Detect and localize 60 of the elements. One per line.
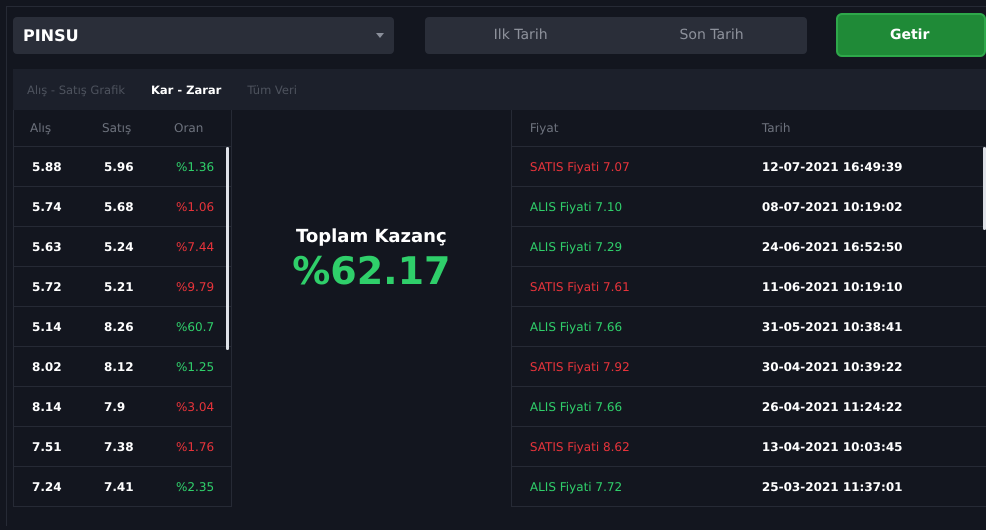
total-label: Toplam Kazanç <box>296 226 447 247</box>
table-cell: 5.68 <box>104 200 134 214</box>
table-cell: 12-07-2021 16:49:39 <box>762 160 903 174</box>
table-cell: ALIS Fiyati 7.29 <box>530 240 622 254</box>
table-cell: %1.76 <box>176 440 214 454</box>
table-cell: 5.24 <box>104 240 134 254</box>
column-header: Tarih <box>762 121 790 135</box>
table-cell: 13-04-2021 10:03:45 <box>762 440 903 454</box>
table-cell: 7.41 <box>104 480 134 494</box>
table-cell: %1.06 <box>176 200 214 214</box>
column-header: Satış <box>102 121 132 135</box>
table-cell: %7.44 <box>176 240 214 254</box>
table-cell: ALIS Fiyati 7.10 <box>530 200 622 214</box>
table-cell: ALIS Fiyati 7.66 <box>530 320 622 334</box>
table-cell: 5.72 <box>32 280 62 294</box>
table-cell: %1.25 <box>176 360 214 374</box>
column-header: Fiyat <box>530 121 558 135</box>
table-cell: %3.04 <box>176 400 214 414</box>
tab[interactable]: Kar - Zarar <box>143 78 230 100</box>
table-cell: %2.35 <box>176 480 214 494</box>
table-cell: 8.12 <box>104 360 134 374</box>
total-value: %62.17 <box>292 249 450 293</box>
table-cell: 11-06-2021 10:19:10 <box>762 280 903 294</box>
scrollbar[interactable] <box>226 147 229 350</box>
table-cell: 7.51 <box>32 440 62 454</box>
caret-icon <box>376 32 384 38</box>
table-cell: SATIS Fiyati 8.62 <box>530 440 630 454</box>
end-date-input[interactable]: Son Tarih <box>616 16 808 54</box>
table-cell: ALIS Fiyati 7.72 <box>530 480 622 494</box>
table-cell: SATIS Fiyati 7.07 <box>530 160 630 174</box>
fetch-button[interactable]: Getir <box>836 13 986 57</box>
table-cell: 26-04-2021 11:24:22 <box>762 400 903 414</box>
table-cell: 8.02 <box>32 360 62 374</box>
table-cell: SATIS Fiyati 7.61 <box>530 280 630 294</box>
table-cell: 31-05-2021 10:38:41 <box>762 320 903 334</box>
table-cell: %60.7 <box>176 320 214 334</box>
table-cell: 8.26 <box>104 320 134 334</box>
table-cell: 08-07-2021 10:19:02 <box>762 200 903 214</box>
table-cell: 8.14 <box>32 400 62 414</box>
table-cell: 5.88 <box>32 160 62 174</box>
table-cell: 5.21 <box>104 280 134 294</box>
table-cell: 30-04-2021 10:39:22 <box>762 360 903 374</box>
table-cell: SATIS Fiyati 7.92 <box>530 360 630 374</box>
table-cell: ALIS Fiyati 7.66 <box>530 400 622 414</box>
start-date-input[interactable]: Ilk Tarih <box>425 16 616 54</box>
table-cell: 7.9 <box>104 400 126 414</box>
table-cell: 5.14 <box>32 320 62 334</box>
table-cell: 5.96 <box>104 160 134 174</box>
table-cell: 7.24 <box>32 480 62 494</box>
column-header: Alış <box>30 121 52 135</box>
symbol-dropdown[interactable]: PINSU <box>13 16 394 54</box>
table-cell: 25-03-2021 11:37:01 <box>762 480 903 494</box>
scrollbar[interactable] <box>983 147 986 230</box>
table-cell: 5.74 <box>32 200 62 214</box>
table-cell: 7.38 <box>104 440 134 454</box>
column-header: Oran <box>174 121 204 135</box>
table-cell: %9.79 <box>176 280 214 294</box>
table-cell: %1.36 <box>176 160 214 174</box>
table-cell: 24-06-2021 16:52:50 <box>762 240 903 254</box>
table-cell: 5.63 <box>32 240 62 254</box>
